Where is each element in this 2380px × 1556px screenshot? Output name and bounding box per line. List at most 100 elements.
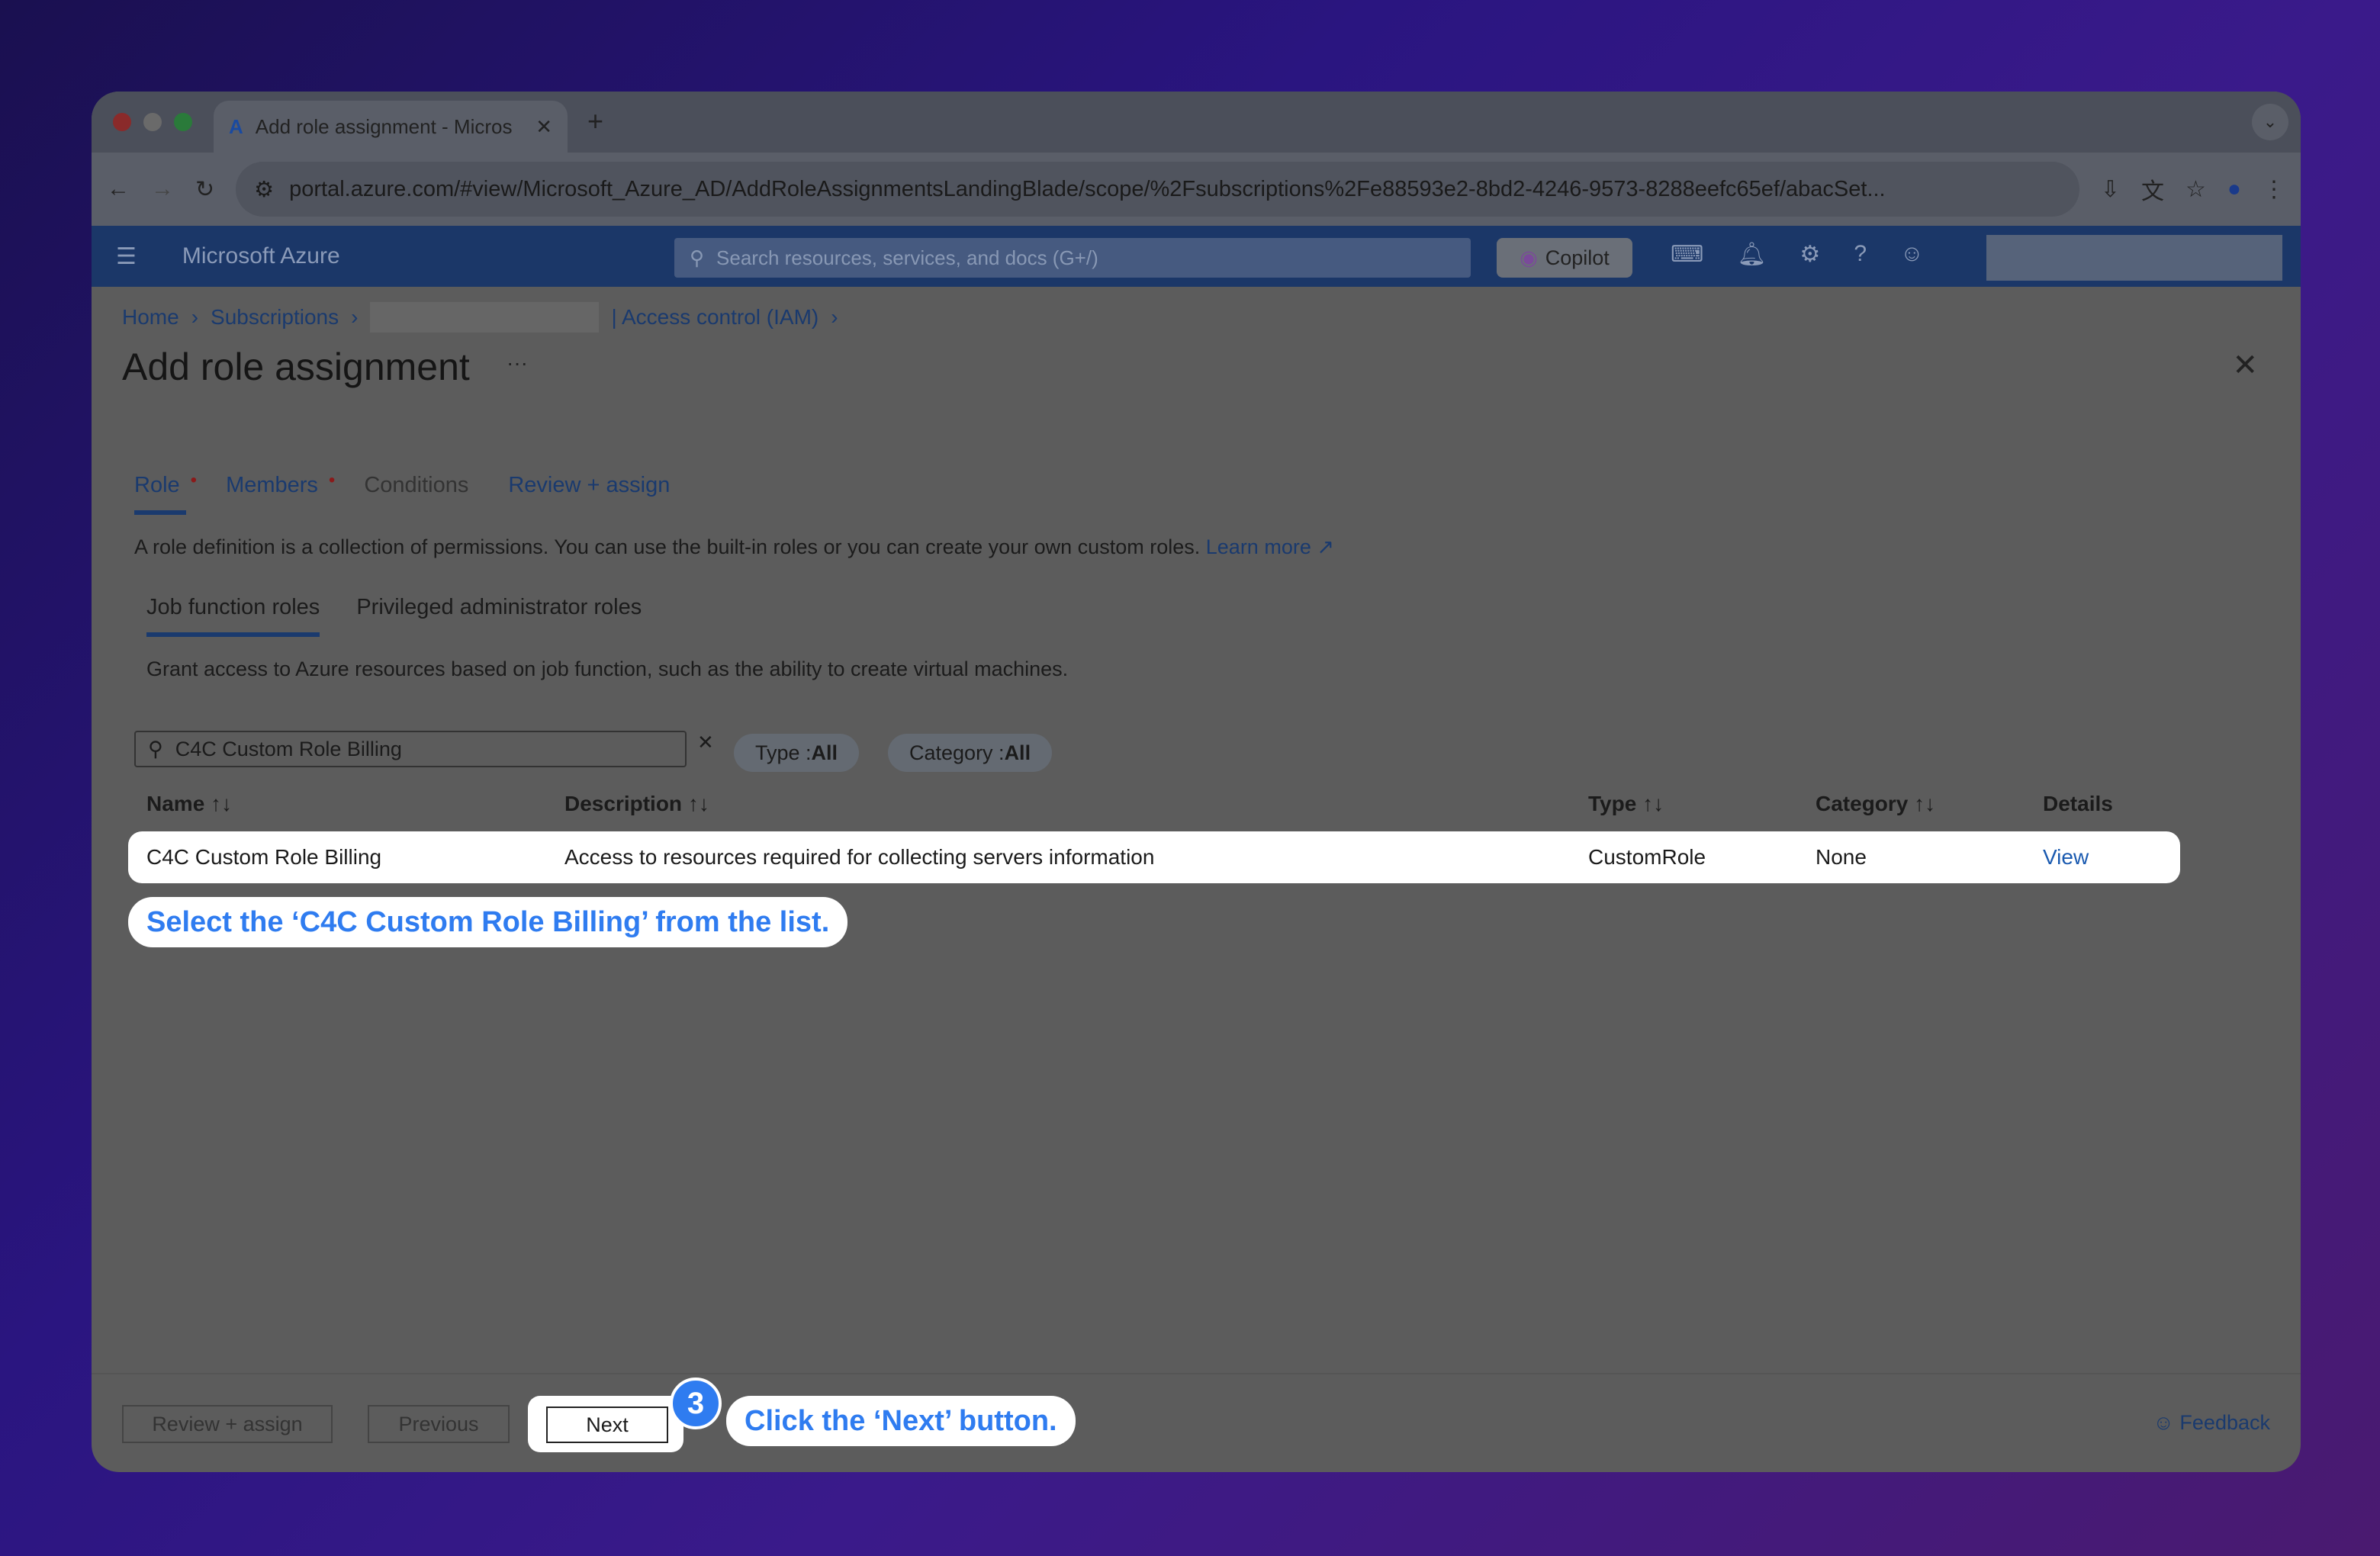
tab-job-function-roles[interactable]: Job function roles xyxy=(146,595,320,637)
tab-role-label: Role xyxy=(134,473,180,497)
tab-title: Add role assignment - Micros xyxy=(255,114,513,138)
reload-icon[interactable]: ↻ xyxy=(195,176,214,203)
url-text: portal.azure.com/#view/Microsoft_Azure_A… xyxy=(289,176,1886,201)
learn-more-link[interactable]: Learn more xyxy=(1206,535,1311,558)
cloud-shell-icon[interactable]: ⌨ xyxy=(1671,241,1703,268)
row-description: Access to resources required for collect… xyxy=(564,845,1155,869)
search-placeholder: Search resources, services, and docs (G+… xyxy=(716,246,1098,269)
account-blurred[interactable] xyxy=(1986,235,2282,281)
external-link-icon: ↗ xyxy=(1311,535,1334,558)
copilot-icon: ◉ xyxy=(1520,246,1538,269)
wizard-tabs: Role • Members • Conditions Review + assig… xyxy=(134,470,670,515)
breadcrumb-subscriptions[interactable]: Subscriptions xyxy=(211,305,339,330)
hamburger-menu-icon[interactable]: ☰ xyxy=(116,243,137,270)
feedback-link[interactable]: ☺ Feedback xyxy=(2153,1411,2270,1435)
select-hint-callout: Select the ‘C4C Custom Role Billing’ fro… xyxy=(128,897,848,947)
row-category: None xyxy=(1816,845,1867,869)
header-label: Type xyxy=(1588,792,1637,815)
url-field[interactable]: ⚙ portal.azure.com/#view/Microsoft_Azure… xyxy=(236,162,2079,217)
description-text: A role definition is a collection of per… xyxy=(134,535,1201,558)
tab-privileged-admin-roles[interactable]: Privileged administrator roles xyxy=(356,595,642,637)
browser-window: A Add role assignment - Micros ✕ + ⌄ ← →… xyxy=(92,92,2301,1472)
view-details-link[interactable]: View xyxy=(2043,845,2089,870)
table-row[interactable]: C4C Custom Role Billing Access to resour… xyxy=(128,831,2180,883)
role-search-input[interactable]: ⚲ C4C Custom Role Billing xyxy=(134,731,687,767)
tab-conditions[interactable]: Conditions xyxy=(364,473,468,515)
breadcrumb: Home › Subscriptions › | Access control (I… xyxy=(122,302,838,333)
new-tab-button[interactable]: + xyxy=(587,105,603,137)
header-label: Name xyxy=(146,792,205,815)
azure-logo-icon: A xyxy=(229,114,243,138)
next-hint-callout: Click the ‘Next’ button. xyxy=(726,1396,1076,1446)
chevron-right-icon: › xyxy=(191,305,199,329)
help-icon[interactable]: ? xyxy=(1854,241,1867,268)
tab-review-assign[interactable]: Review + assign xyxy=(508,473,670,515)
header-type[interactable]: Type ↑↓ xyxy=(1588,792,1664,816)
sort-icon[interactable]: ↑↓ xyxy=(211,792,232,815)
next-button-highlight: Next xyxy=(528,1396,683,1452)
clear-search-icon[interactable]: ✕ xyxy=(697,731,714,754)
row-type: CustomRole xyxy=(1588,845,1706,869)
header-category[interactable]: Category ↑↓ xyxy=(1816,792,1935,816)
header-label: Category xyxy=(1816,792,1909,815)
type-filter-pill[interactable]: Type : All xyxy=(734,734,860,772)
close-blade-icon[interactable]: ✕ xyxy=(2232,348,2258,383)
row-name: C4C Custom Role Billing xyxy=(146,845,382,869)
breadcrumb-subscription-blurred[interactable] xyxy=(370,302,600,333)
tab-members[interactable]: Members • xyxy=(226,470,335,515)
role-description: A role definition is a collection of per… xyxy=(134,535,1334,559)
header-description[interactable]: Description ↑↓ xyxy=(564,792,709,816)
translate-icon[interactable]: 文 xyxy=(2141,172,2164,206)
feedback-label: Feedback xyxy=(2179,1411,2270,1434)
breadcrumb-home[interactable]: Home xyxy=(122,305,179,330)
grant-text: Grant access to Azure resources based on… xyxy=(146,657,1069,680)
category-filter-label: Category : xyxy=(909,741,1005,764)
forward-icon[interactable]: → xyxy=(151,176,174,202)
footer-bar: Review + assign Previous Next 3 Click th… xyxy=(92,1373,2301,1472)
feedback-person-icon[interactable]: ☺ xyxy=(1900,241,1924,268)
more-options-button[interactable]: ··· xyxy=(507,351,528,375)
install-icon[interactable]: ⇩ xyxy=(2101,176,2120,203)
address-bar-row: ← → ↻ ⚙ portal.azure.com/#view/Microsoft… xyxy=(92,153,2301,226)
role-type-tabs: Job function roles Privileged administra… xyxy=(146,595,642,637)
settings-gear-icon[interactable]: ⚙ xyxy=(1799,241,1820,268)
browser-menu-icon[interactable]: ⋮ xyxy=(2263,176,2285,203)
tab-role[interactable]: Role • xyxy=(134,470,197,515)
sort-icon[interactable]: ↑↓ xyxy=(1642,792,1664,815)
header-label: Description xyxy=(564,792,683,815)
top-bar-icons: ⌨ 🔔︎ ⚙ ? ☺ xyxy=(1671,241,1924,268)
close-tab-icon[interactable]: ✕ xyxy=(536,115,552,139)
notifications-bell-icon[interactable]: 🔔︎ xyxy=(1737,241,1766,268)
site-settings-icon[interactable]: ⚙ xyxy=(254,176,274,203)
maximize-window-button[interactable] xyxy=(174,113,192,131)
required-dot: • xyxy=(328,470,336,490)
close-window-button[interactable] xyxy=(113,113,131,131)
required-dot: • xyxy=(190,470,198,490)
tab-list-chevron-icon[interactable]: ⌄ xyxy=(2252,104,2288,140)
type-filter-value: All xyxy=(811,741,838,764)
sort-icon[interactable]: ↑↓ xyxy=(688,792,709,815)
back-icon[interactable]: ← xyxy=(107,176,130,202)
previous-button[interactable]: Previous xyxy=(368,1405,510,1443)
breadcrumb-iam[interactable]: | Access control (IAM) xyxy=(611,305,819,330)
minimize-window-button[interactable] xyxy=(143,113,162,131)
header-name[interactable]: Name ↑↓ xyxy=(146,792,232,816)
review-assign-button[interactable]: Review + assign xyxy=(122,1405,333,1443)
category-filter-pill[interactable]: Category : All xyxy=(888,734,1053,772)
azure-brand[interactable]: Microsoft Azure xyxy=(182,243,340,269)
global-search-input[interactable]: ⚲ Search resources, services, and docs (G… xyxy=(674,238,1471,278)
copilot-label: Copilot xyxy=(1545,246,1610,269)
search-icon: ⚲ xyxy=(690,246,705,269)
next-button[interactable]: Next xyxy=(546,1407,668,1443)
chevron-right-icon: › xyxy=(831,305,838,329)
bookmark-star-icon[interactable]: ☆ xyxy=(2185,176,2206,203)
profile-icon[interactable]: ● xyxy=(2227,176,2241,202)
sort-icon[interactable]: ↑↓ xyxy=(1914,792,1935,815)
search-value: C4C Custom Role Billing xyxy=(175,737,402,760)
copilot-button[interactable]: ◉ Copilot xyxy=(1497,238,1632,278)
search-icon: ⚲ xyxy=(148,737,163,760)
tab-bar: A Add role assignment - Micros ✕ + ⌄ xyxy=(92,92,2301,153)
browser-tab[interactable]: A Add role assignment - Micros ✕ xyxy=(214,101,568,153)
main-content: Home › Subscriptions › | Access control (I… xyxy=(92,287,2301,1472)
page-title: Add role assignment xyxy=(122,346,470,388)
